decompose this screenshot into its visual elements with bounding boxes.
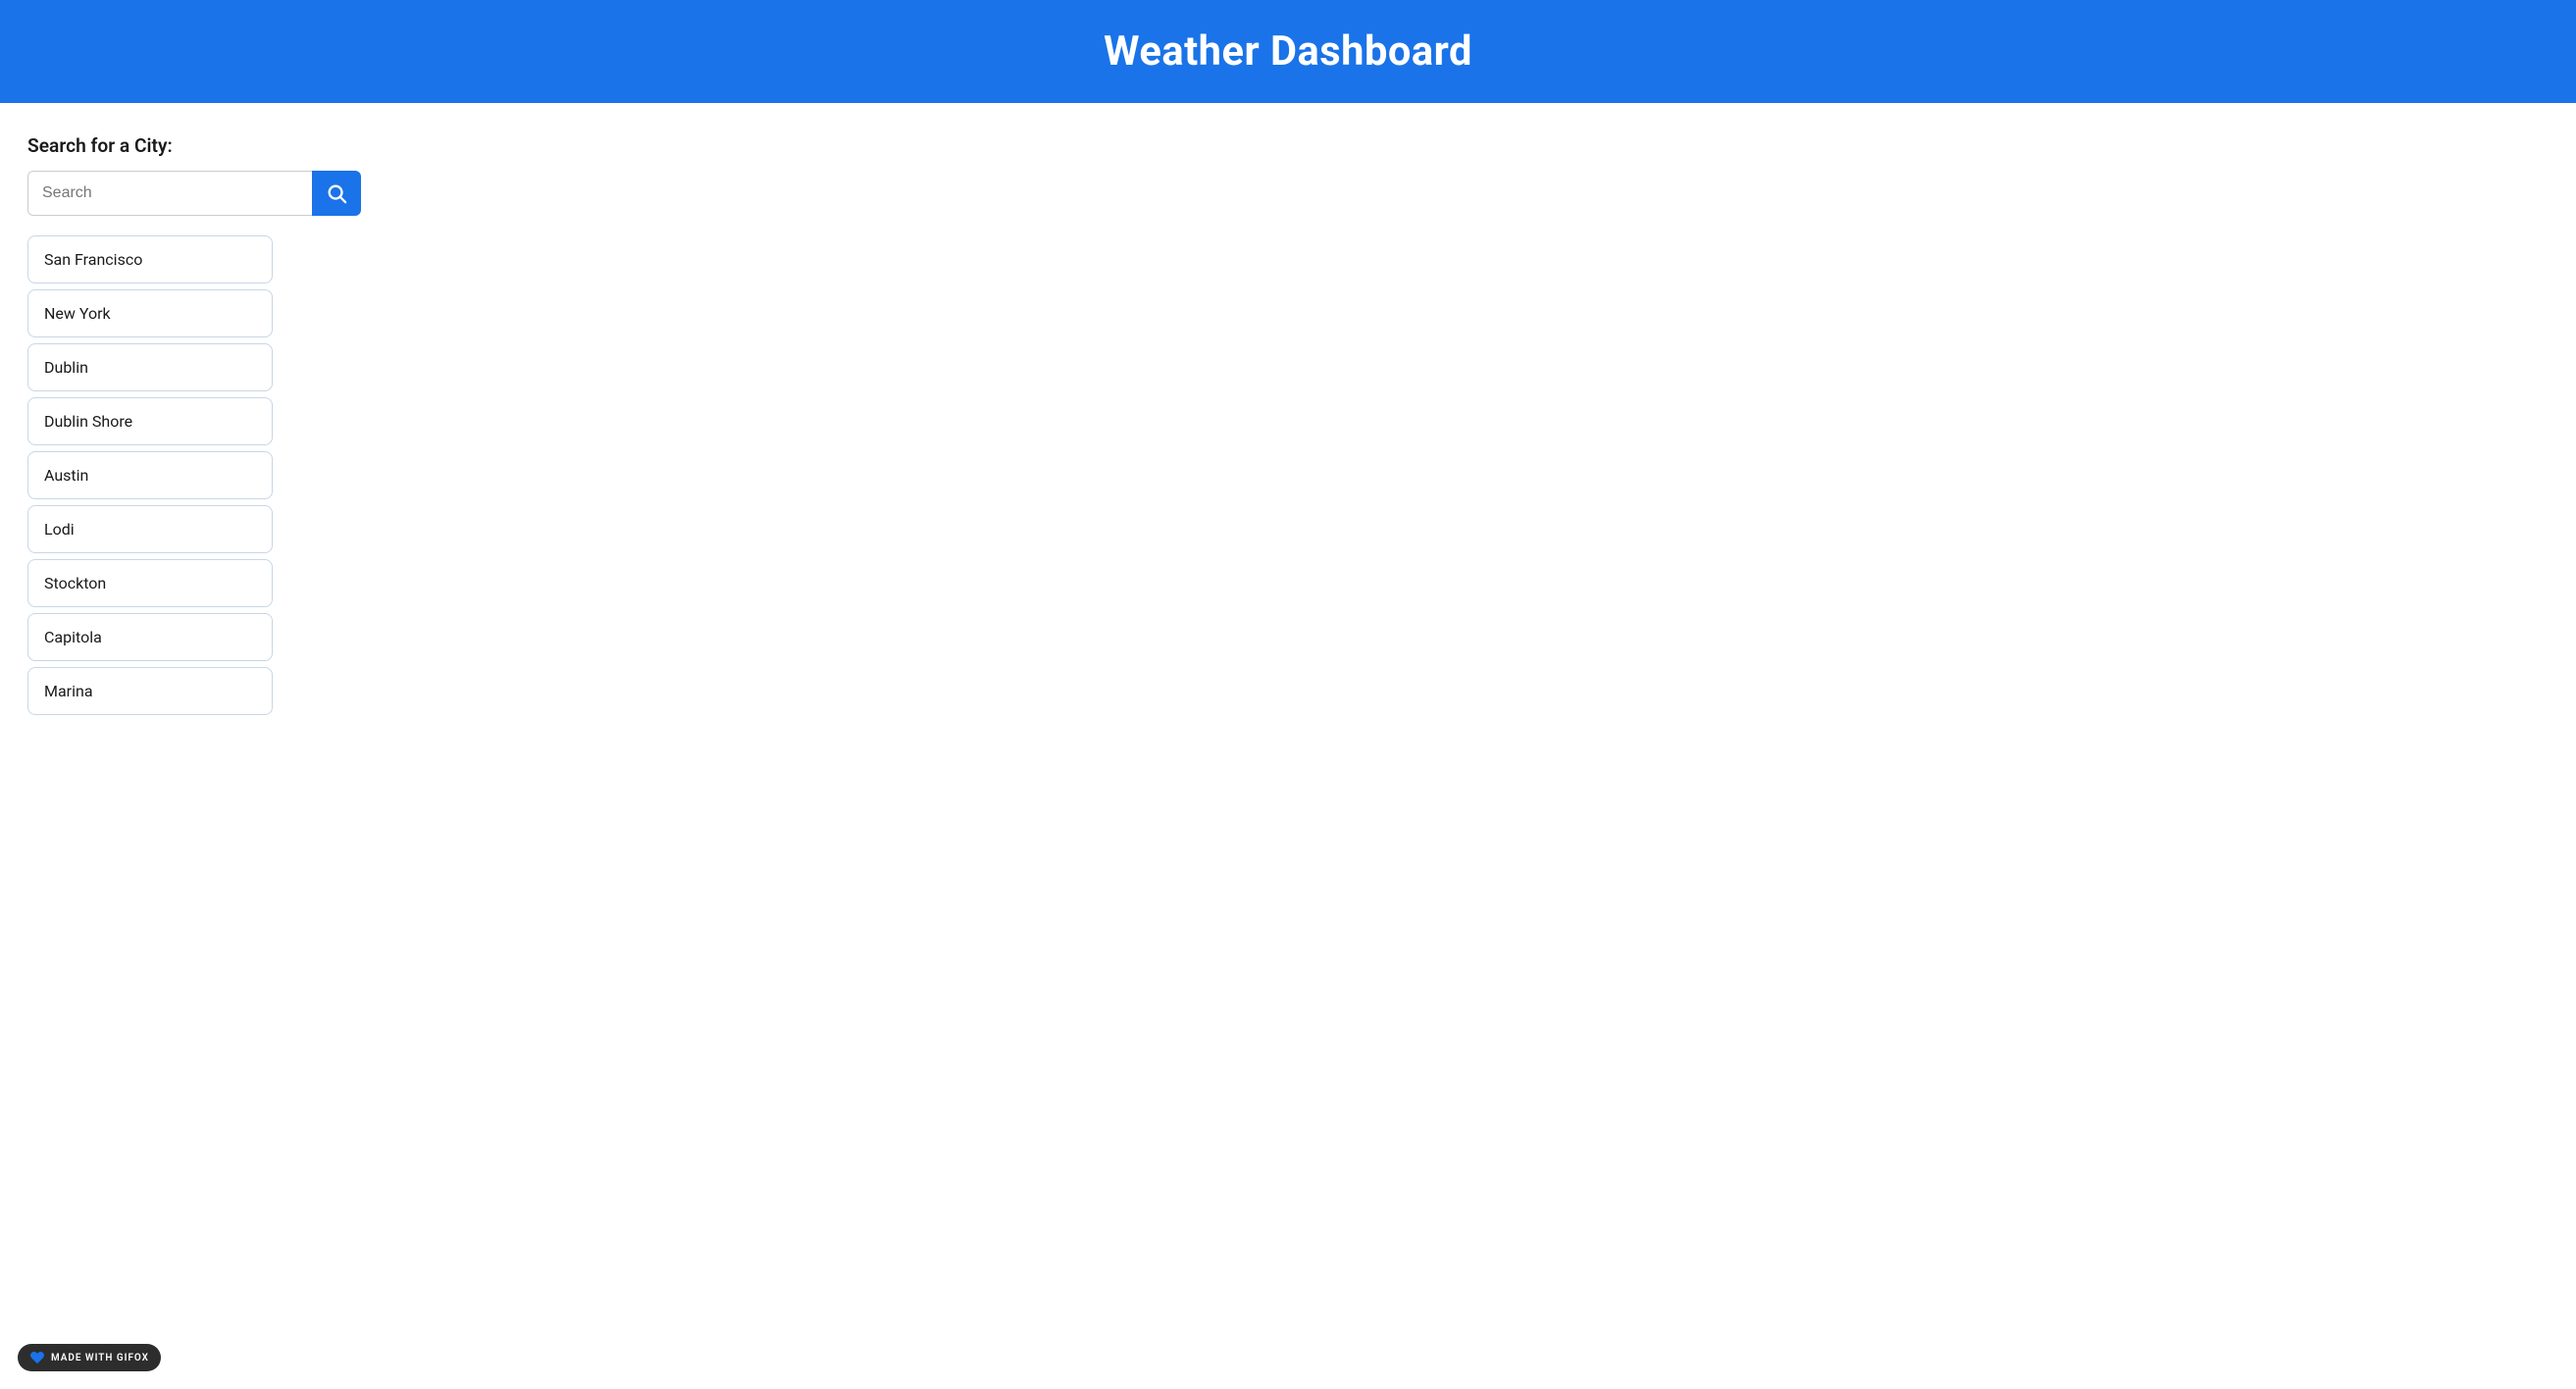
list-item[interactable]: Lodi <box>27 505 273 553</box>
list-item[interactable]: Austin <box>27 451 273 499</box>
list-item[interactable]: Dublin Shore <box>27 397 273 445</box>
list-item[interactable]: New York <box>27 289 273 337</box>
search-button[interactable] <box>312 171 361 216</box>
search-input[interactable] <box>27 171 312 216</box>
heart-icon <box>29 1350 45 1365</box>
search-label: Search for a City: <box>27 134 2549 157</box>
list-item[interactable]: Marina <box>27 667 273 715</box>
app-header: Weather Dashboard <box>0 0 2576 103</box>
list-item[interactable]: San Francisco <box>27 235 273 283</box>
main-content: Search for a City: San Francisco New York… <box>0 103 2576 752</box>
search-row <box>27 171 361 216</box>
gifox-badge-text: MADE WITH GIFOX <box>51 1353 149 1363</box>
city-list: San Francisco New York Dublin Dublin Shore A… <box>27 235 273 721</box>
app-title: Weather Dashboard <box>20 27 2556 76</box>
list-item[interactable]: Capitola <box>27 613 273 661</box>
search-icon <box>326 182 347 204</box>
list-item[interactable]: Stockton <box>27 559 273 607</box>
list-item[interactable]: Dublin <box>27 343 273 391</box>
gifox-badge: MADE WITH GIFOX <box>18 1344 161 1371</box>
